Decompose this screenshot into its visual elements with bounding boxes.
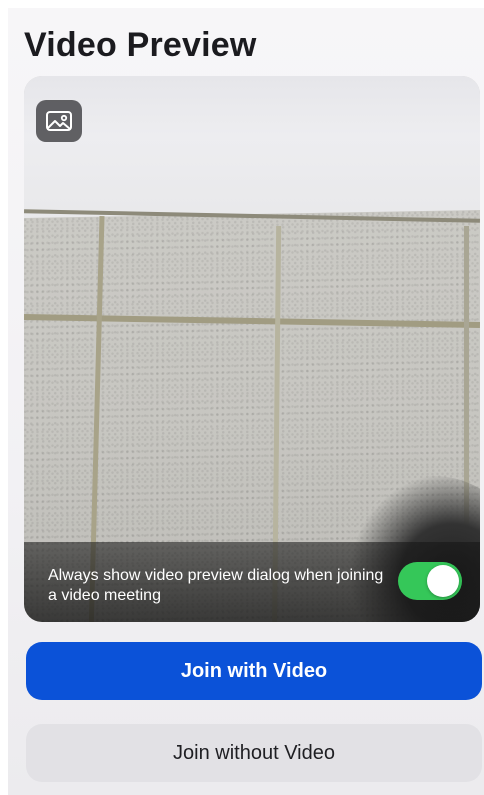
join-without-video-button[interactable]: Join without Video [26, 724, 482, 782]
virtual-background-button[interactable] [36, 100, 82, 142]
preview-ceiling-light [24, 76, 480, 226]
video-preview-screen: Video Preview Always show video preview … [8, 8, 484, 795]
page-title: Video Preview [24, 26, 257, 64]
image-icon [46, 111, 72, 131]
always-show-preview-toggle[interactable] [398, 562, 462, 600]
toggle-knob [427, 565, 459, 597]
camera-preview: Always show video preview dialog when jo… [24, 76, 480, 622]
always-show-preview-label: Always show video preview dialog when jo… [48, 567, 384, 604]
join-with-video-button[interactable]: Join with Video [26, 642, 482, 700]
